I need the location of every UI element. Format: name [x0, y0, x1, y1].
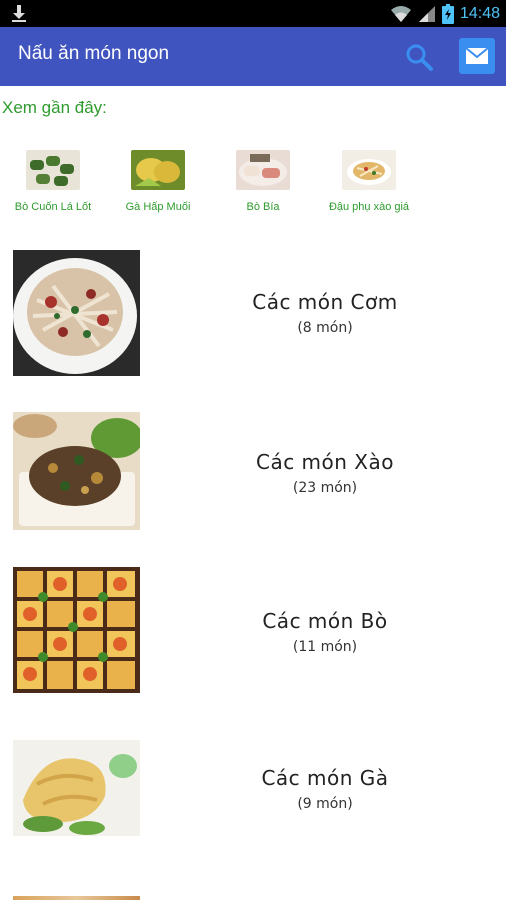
category-count: (8 món)	[297, 320, 353, 336]
category-row[interactable]: Các món Cơm (8 món)	[0, 248, 506, 378]
recent-thumb	[342, 150, 396, 190]
search-icon[interactable]	[402, 40, 436, 74]
status-bar: 14:48	[0, 0, 506, 27]
recent-item[interactable]: Đậu phụ xào giá	[309, 150, 429, 213]
recent-item[interactable]: Bò Bía	[203, 150, 323, 213]
category-image	[13, 567, 140, 693]
recent-item-label: Bò Bía	[246, 201, 280, 213]
recent-label: Xem gần đây:	[2, 98, 107, 117]
category-text: Các món Xào (23 món)	[175, 450, 475, 496]
category-title: Các món Bò	[262, 609, 388, 633]
recent-thumb	[131, 150, 185, 190]
category-row[interactable]: Các món Gà (9 món)	[0, 738, 506, 868]
recent-item-label: Gà Hấp Muối	[125, 201, 191, 213]
category-row[interactable]: Các món Bò (11 món)	[0, 565, 506, 695]
category-row[interactable]: Các món Xào (23 món)	[0, 410, 506, 540]
mail-icon	[465, 47, 489, 64]
recent-item-label: Đậu phụ xào giá	[328, 201, 410, 213]
category-title: Các món Gà	[261, 766, 389, 790]
recent-item-label: Bò Cuốn Lá Lốt	[14, 201, 92, 213]
app-title: Nấu ăn món ngon	[18, 43, 170, 64]
category-text: Các món Cơm (8 món)	[175, 290, 475, 336]
app-bar: Nấu ăn món ngon	[0, 27, 506, 86]
clock: 14:48	[459, 4, 500, 22]
recent-item[interactable]: Gà Hấp Muối	[98, 150, 218, 213]
category-count: (11 món)	[292, 639, 358, 655]
mail-button[interactable]	[459, 38, 495, 74]
category-count: (23 món)	[292, 480, 358, 496]
download-icon	[12, 5, 26, 22]
category-title: Các món Xào	[255, 450, 395, 474]
recent-thumb	[236, 150, 290, 190]
category-title: Các món Cơm	[252, 290, 398, 314]
signal-icon	[418, 5, 435, 22]
recent-item[interactable]: Bò Cuốn Lá Lốt	[0, 150, 113, 213]
category-count: (9 món)	[297, 796, 353, 812]
category-image-partial	[13, 896, 140, 900]
recent-thumb	[26, 150, 80, 190]
category-image	[13, 412, 140, 530]
battery-icon	[441, 3, 454, 24]
wifi-icon	[390, 5, 411, 22]
category-image	[13, 740, 140, 836]
category-text: Các món Bò (11 món)	[175, 609, 475, 655]
category-text: Các món Gà (9 món)	[175, 766, 475, 812]
category-image	[13, 250, 140, 376]
